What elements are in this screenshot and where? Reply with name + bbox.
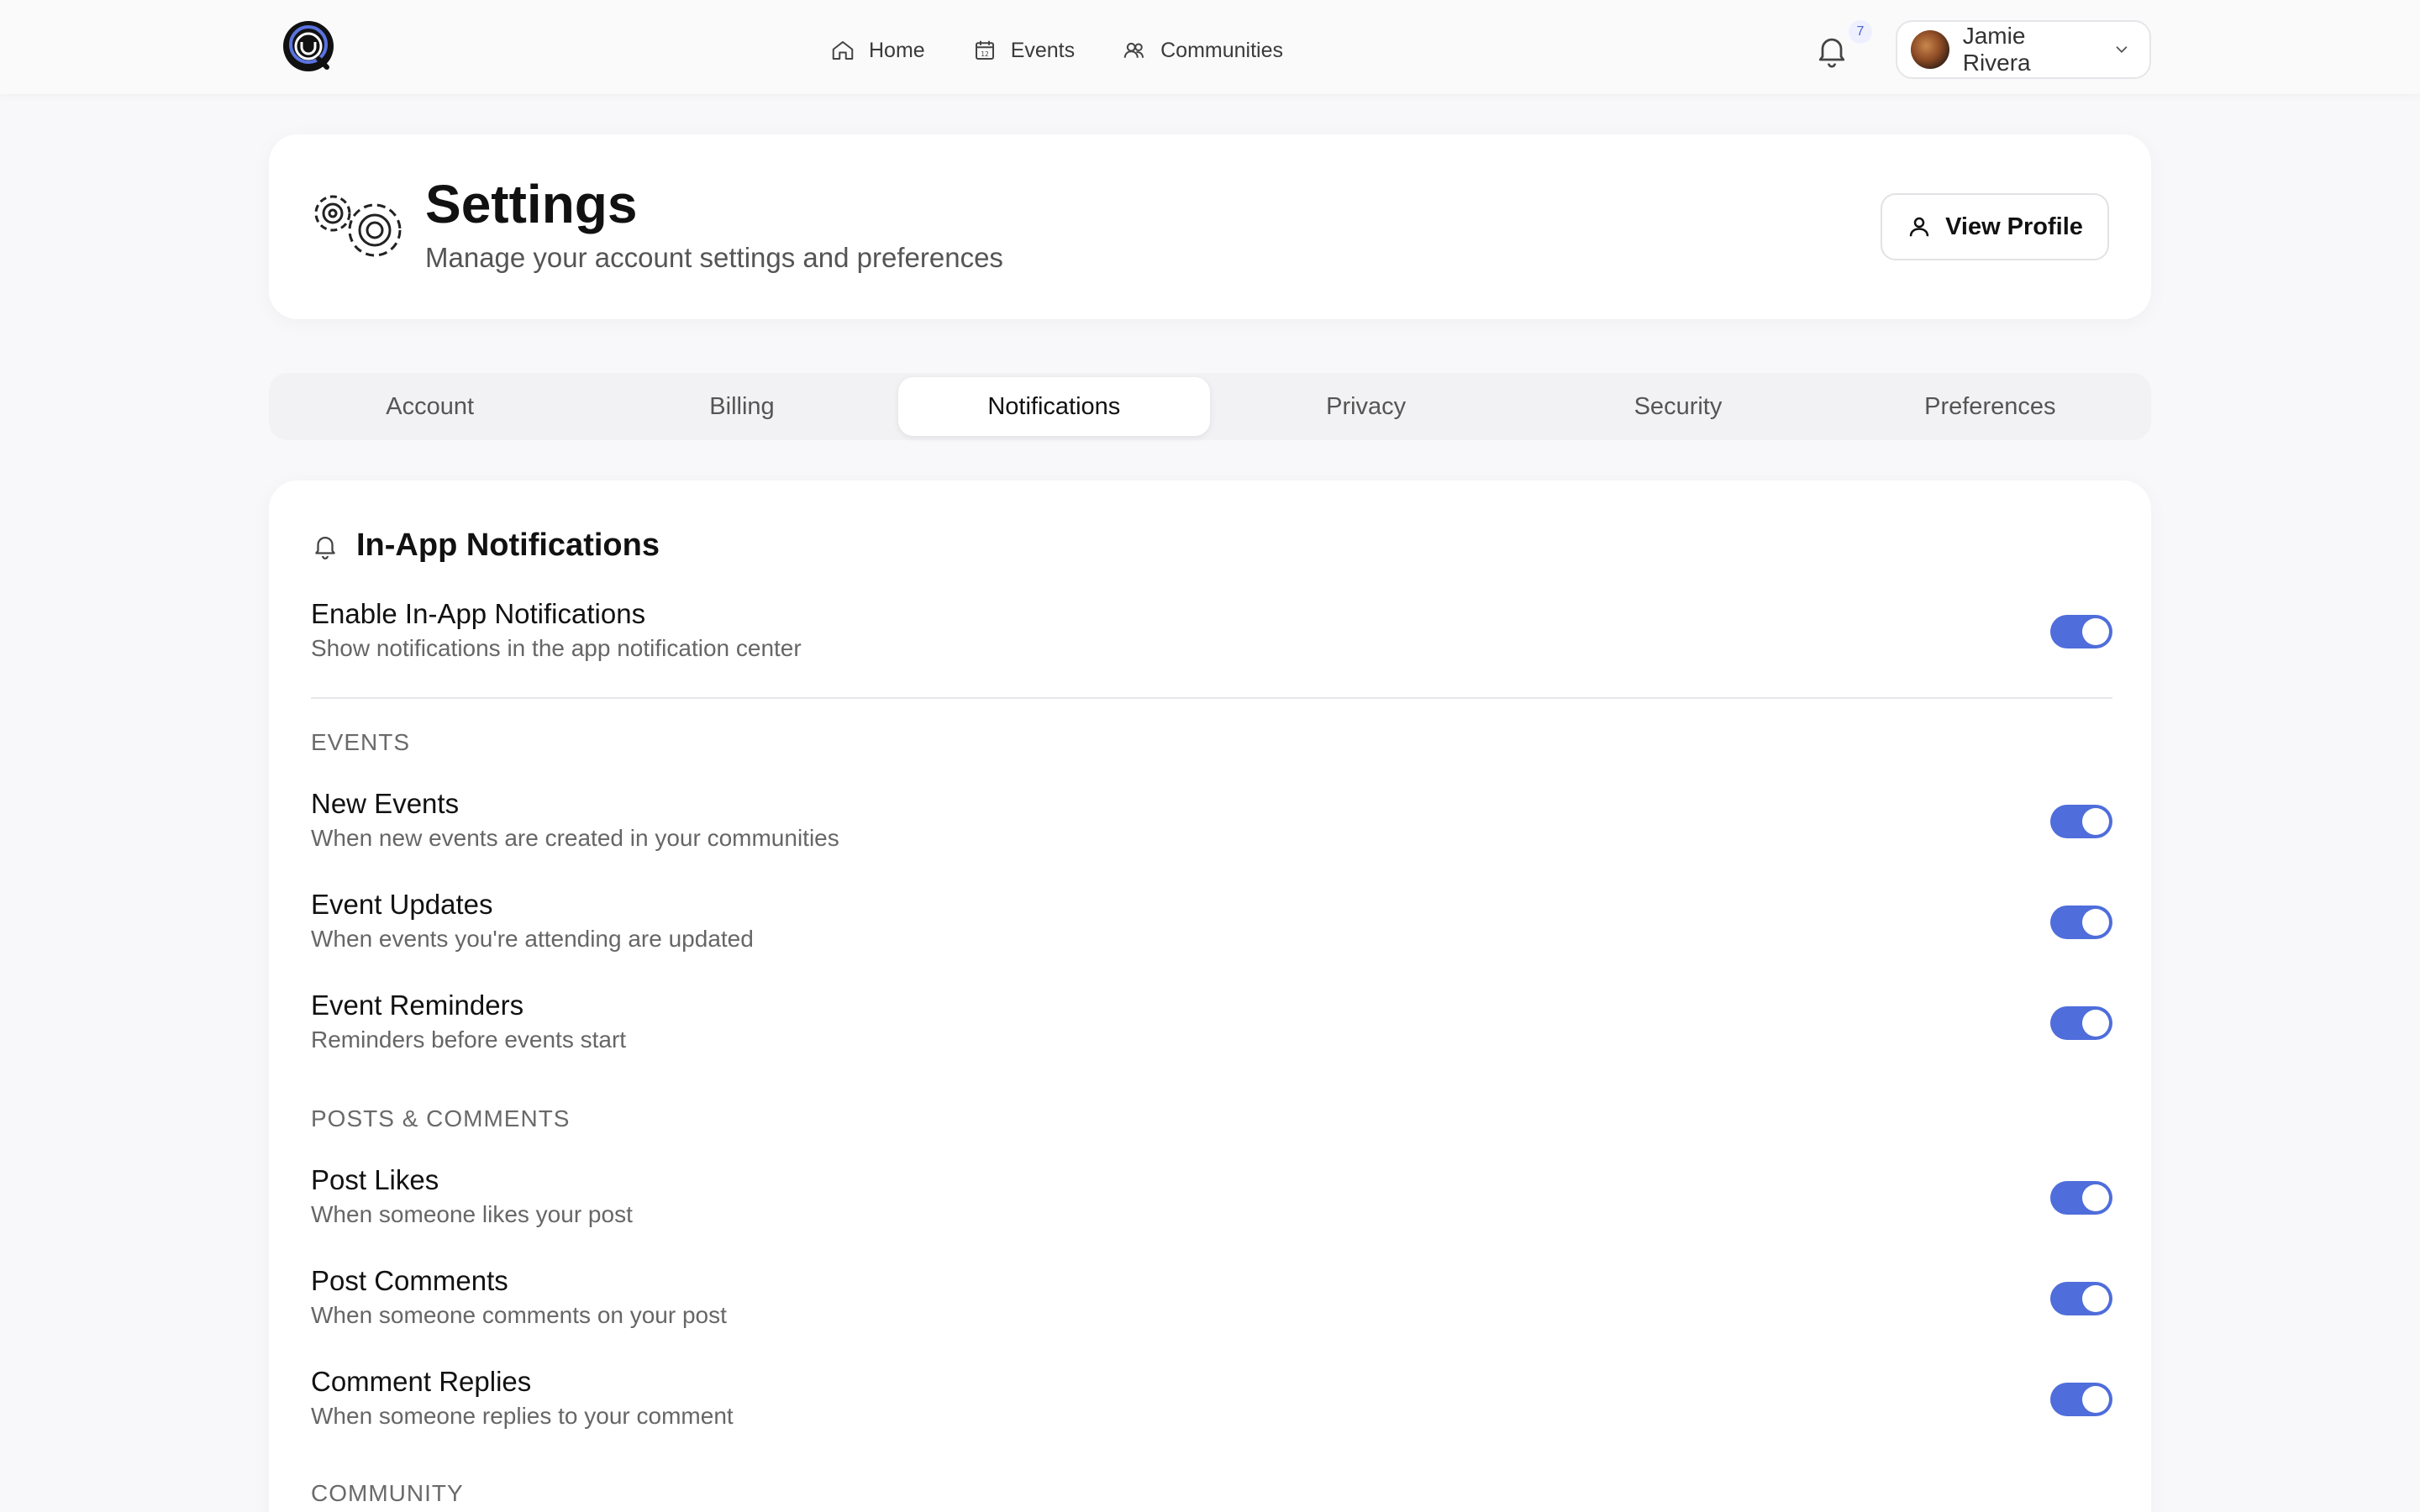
in-app-notifications-card: In-App Notifications Enable In-App Notif… <box>269 480 2151 1512</box>
user-icon <box>1909 217 1929 237</box>
setting-title: Event Reminders <box>311 990 524 1021</box>
setting-row-post-comments: Post Comments When someone comments on y… <box>311 1265 2112 1341</box>
page-title: Settings <box>425 174 638 234</box>
card-title: In-App Notifications <box>311 528 660 564</box>
setting-row-enable-in-app: Enable In-App Notifications Show notific… <box>311 598 2112 674</box>
notifications-bell-button[interactable] <box>1813 32 1850 69</box>
enable-in-app-toggle[interactable] <box>2050 615 2112 648</box>
nav-communities-label: Communities <box>1160 38 1283 62</box>
nav-home[interactable]: Home <box>830 38 925 63</box>
bell-icon <box>1818 38 1845 68</box>
post-comments-toggle[interactable] <box>2050 1282 2112 1315</box>
setting-title: Comment Replies <box>311 1366 532 1397</box>
home-icon <box>832 41 854 60</box>
comment-replies-toggle[interactable] <box>2050 1383 2112 1416</box>
new-events-toggle[interactable] <box>2050 805 2112 838</box>
setting-row-new-events: New Events When new events are created i… <box>311 788 2112 864</box>
setting-title: Event Updates <box>311 889 493 920</box>
setting-row-event-updates: Event Updates When events you're attendi… <box>311 889 2112 964</box>
section-label-posts-comments: POSTS & COMMENTS <box>311 1105 571 1131</box>
page-subtitle: Manage your account settings and prefere… <box>425 242 1003 273</box>
post-likes-toggle[interactable] <box>2050 1181 2112 1215</box>
event-reminders-toggle[interactable] <box>2050 1006 2112 1040</box>
setting-description: When someone comments on your post <box>311 1302 727 1328</box>
nav-events[interactable]: 12 Events <box>972 38 1075 63</box>
user-name: Jamie Rivera <box>1962 23 2031 76</box>
setting-title: New Events <box>311 788 460 819</box>
settings-header-card: Settings Manage your account settings an… <box>269 134 2151 319</box>
user-menu-button[interactable]: Jamie Rivera <box>1896 20 2151 79</box>
setting-title: Enable In-App Notifications <box>311 598 646 629</box>
card-title-label: In-App Notifications <box>356 528 660 563</box>
nav-communities[interactable]: Communities <box>1122 38 1283 63</box>
event-updates-toggle[interactable] <box>2050 906 2112 939</box>
tab-security[interactable]: Security <box>1522 377 1833 436</box>
calendar-icon: 12 <box>975 40 994 60</box>
setting-description: When someone replies to your comment <box>311 1403 734 1429</box>
tab-privacy[interactable]: Privacy <box>1210 377 1522 436</box>
notification-count-badge: 7 <box>1849 20 1872 44</box>
divider <box>311 697 2112 699</box>
setting-description: Reminders before events start <box>311 1026 627 1053</box>
avatar <box>1911 30 1949 69</box>
tab-notifications[interactable]: Notifications <box>897 377 1210 436</box>
users-icon <box>1123 42 1144 58</box>
settings-tabs: Account Billing Notifications Privacy Se… <box>269 373 2151 440</box>
setting-description: When someone likes your post <box>311 1201 633 1227</box>
tab-preferences[interactable]: Preferences <box>1834 377 2146 436</box>
main-nav: Home 12 Events Communities <box>830 25 1283 76</box>
nav-events-label: Events <box>1010 38 1076 62</box>
nav-home-label: Home <box>869 38 925 62</box>
setting-title: Post Likes <box>311 1164 439 1195</box>
setting-title: Post Comments <box>311 1265 508 1296</box>
bell-icon <box>315 536 335 559</box>
app-logo[interactable] <box>281 18 336 74</box>
section-label-events: EVENTS <box>311 729 411 755</box>
view-profile-button[interactable]: View Profile <box>1881 193 2109 260</box>
svg-text:12: 12 <box>981 50 989 58</box>
setting-row-comment-replies: Comment Replies When someone replies to … <box>311 1366 2112 1441</box>
setting-description: When events you're attending are updated <box>311 926 754 952</box>
setting-description: When new events are created in your comm… <box>311 825 839 851</box>
tab-billing[interactable]: Billing <box>586 377 897 436</box>
setting-row-event-reminders: Event Reminders Reminders before events … <box>311 990 2112 1065</box>
view-profile-label: View Profile <box>1945 213 2083 240</box>
tab-account[interactable]: Account <box>274 377 586 436</box>
settings-gears-icon <box>314 195 402 257</box>
section-label-community: COMMUNITY <box>311 1480 464 1506</box>
top-navigation-bar: Home 12 Events Communities 7 Jamie River… <box>0 0 2420 94</box>
setting-row-post-likes: Post Likes When someone likes your post <box>311 1164 2112 1240</box>
setting-description: Show notifications in the app notificati… <box>311 635 802 661</box>
chevron-down-icon <box>2116 46 2128 54</box>
